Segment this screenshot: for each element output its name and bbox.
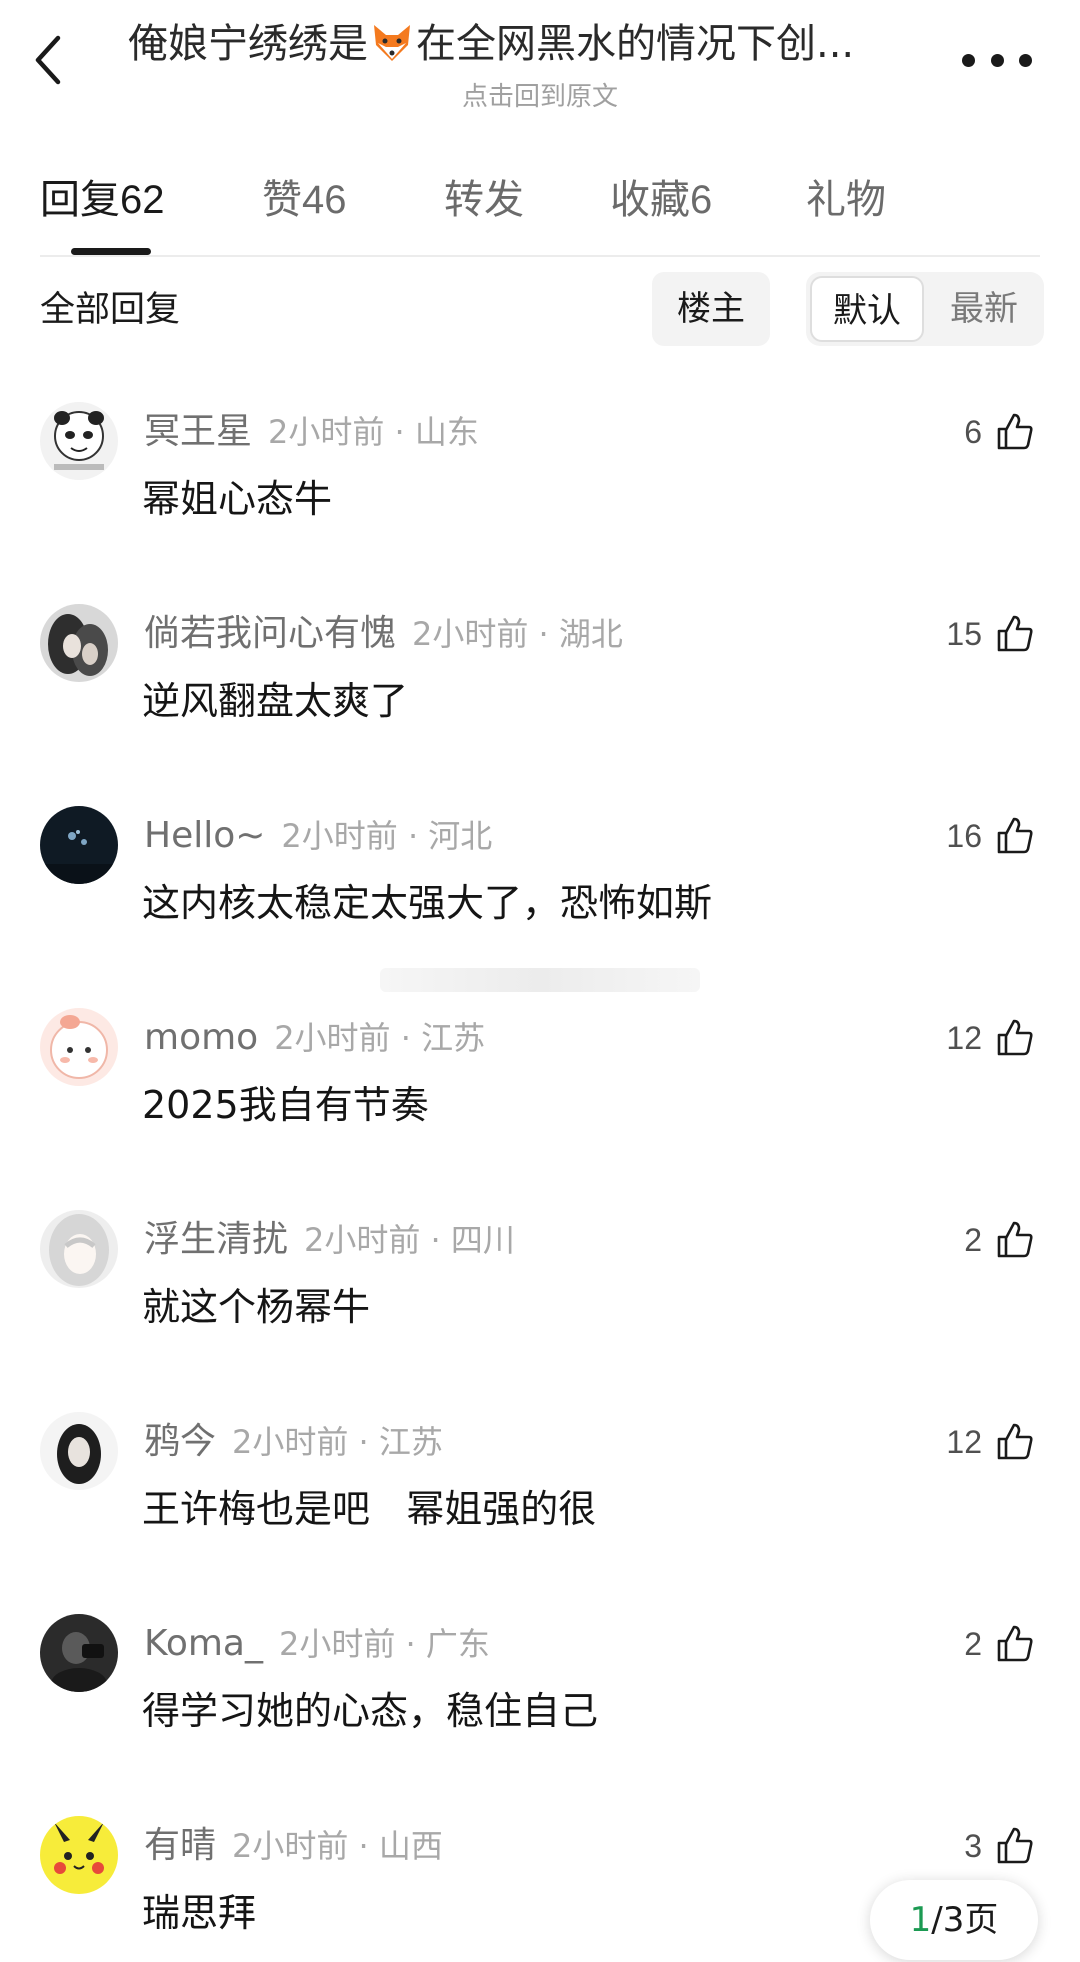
comment-item: 倘若我问心有愧 2小时前 · 湖北 逆风翻盘太爽了 15 (0, 600, 1080, 802)
comment-time-location: 2小时前 · 江苏 (232, 1423, 443, 1461)
sort-toggle: 默认 最新 (806, 272, 1044, 346)
post-title: 俺娘宁绣绣是 在全网黑水的情况下创... (128, 16, 928, 78)
comment-item: 冥王星 2小时前 · 山东 幂姐心态牛 6 (0, 398, 1080, 600)
thumbs-up-icon (997, 817, 1033, 854)
avatar[interactable] (40, 1412, 118, 1490)
like-button[interactable]: 15 (946, 608, 1036, 660)
username[interactable]: 浮生清扰 (144, 1219, 288, 1260)
post-title-text-start: 俺娘宁绣绣是 (128, 21, 368, 67)
avatar[interactable] (40, 1614, 118, 1692)
comment-time-location: 2小时前 · 四川 (304, 1221, 515, 1259)
comment-meta: 有晴 2小时前 · 山西 (144, 1820, 443, 1872)
thumbs-up-icon (997, 1221, 1033, 1258)
like-count: 2 (964, 1221, 982, 1258)
username[interactable]: Koma_ (144, 1623, 263, 1664)
like-button[interactable]: 12 (946, 1416, 1036, 1468)
comment-text: 王许梅也是吧 幂姐强的很 (142, 1487, 597, 1531)
comment-text: 2025我自有节奏 (142, 1083, 429, 1127)
like-button[interactable]: 3 (964, 1820, 1036, 1872)
comment-time-location: 2小时前 · 湖北 (412, 615, 623, 653)
thumbs-up-icon (997, 1423, 1033, 1460)
like-count: 2 (964, 1625, 982, 1662)
tab-reposts[interactable]: 转发 (444, 168, 524, 232)
username[interactable]: 倘若我问心有愧 (144, 613, 396, 654)
avatar[interactable] (40, 604, 118, 682)
tab-likes[interactable]: 赞46 (262, 168, 347, 232)
comment-time-location: 2小时前 · 山西 (232, 1827, 443, 1865)
username[interactable]: Hello~ (144, 815, 265, 856)
tab-gifts[interactable]: 礼物 (806, 168, 886, 232)
comment-meta: Koma_ 2小时前 · 广东 (144, 1618, 490, 1670)
fox-emoji-icon (370, 22, 414, 78)
all-replies-label: 全部回复 (40, 290, 181, 330)
like-count: 6 (964, 413, 982, 450)
comment-item: Koma_ 2小时前 · 广东 得学习她的心态，稳住自己 2 (0, 1610, 1080, 1812)
username[interactable]: 冥王星 (144, 411, 252, 452)
current-page: 1 (909, 1900, 932, 1940)
like-count: 12 (946, 1423, 982, 1460)
page-indicator-button[interactable]: 1/3页 (870, 1880, 1038, 1960)
thumbs-up-icon (997, 1625, 1033, 1662)
comment-time-location: 2小时前 · 山东 (268, 413, 479, 451)
active-tab-indicator (71, 248, 151, 255)
comment-meta: 浮生清扰 2小时前 · 四川 (144, 1214, 515, 1266)
like-count: 3 (964, 1827, 982, 1864)
comment-item: momo 2小时前 · 江苏 2025我自有节奏 12 (0, 1004, 1080, 1206)
total-pages: /3页 (931, 1900, 999, 1940)
comment-text: 逆风翻盘太爽了 (142, 679, 409, 723)
faded-placeholder (380, 968, 700, 992)
comment-time-location: 2小时前 · 河北 (281, 817, 493, 855)
comment-text: 这内核太稳定太强大了，恐怖如斯 (142, 881, 713, 925)
thumbs-up-icon (997, 615, 1033, 652)
like-button[interactable]: 2 (964, 1618, 1036, 1670)
comment-meta: 鸦今 2小时前 · 江苏 (144, 1416, 443, 1468)
thumbs-up-icon (997, 1827, 1033, 1864)
host-only-button[interactable]: 楼主 (652, 272, 770, 346)
comment-meta: momo 2小时前 · 江苏 (144, 1012, 485, 1064)
like-count: 15 (946, 615, 982, 652)
avatar[interactable] (40, 806, 118, 884)
username[interactable]: 鸦今 (144, 1421, 216, 1462)
back-to-original-link[interactable]: 点击回到原文 (0, 76, 1080, 113)
comment-text: 得学习她的心态，稳住自己 (142, 1689, 599, 1733)
tab-replies[interactable]: 回复62 (40, 168, 165, 232)
like-button[interactable]: 12 (946, 1012, 1036, 1064)
username[interactable]: momo (144, 1017, 258, 1058)
comment-text: 就这个杨幂牛 (142, 1285, 371, 1329)
like-count: 12 (946, 1019, 982, 1056)
avatar[interactable] (40, 1816, 118, 1894)
sort-default-option[interactable]: 默认 (810, 276, 924, 342)
tab-bar: 回复62 赞46 转发 收藏6 礼物 (40, 168, 1040, 258)
like-button[interactable]: 2 (964, 1214, 1036, 1266)
sort-latest-option[interactable]: 最新 (930, 272, 1038, 346)
comment-time-location: 2小时前 · 广东 (278, 1625, 490, 1663)
avatar[interactable] (40, 402, 118, 480)
thumbs-up-icon (997, 1019, 1033, 1056)
like-button[interactable]: 6 (964, 406, 1036, 458)
post-title-text-end: 在全网黑水的情况下创... (416, 21, 855, 67)
top-bar: 俺娘宁绣绣是 在全网黑水的情况下创... 点击回到原文 (0, 0, 1080, 140)
comment-list: 冥王星 2小时前 · 山东 幂姐心态牛 6 倘若我问心有愧 2小时前 · 湖北 逆风… (0, 398, 1080, 1962)
tabs-divider (40, 255, 1040, 257)
comment-meta: Hello~ 2小时前 · 河北 (144, 810, 492, 862)
thumbs-up-icon (997, 413, 1033, 450)
comment-meta: 冥王星 2小时前 · 山东 (144, 406, 479, 458)
tab-favorites[interactable]: 收藏6 (610, 168, 712, 232)
comment-text: 幂姐心态牛 (142, 477, 333, 521)
comment-time-location: 2小时前 · 江苏 (274, 1019, 486, 1057)
avatar[interactable] (40, 1210, 118, 1288)
more-options-icon[interactable] (962, 40, 1032, 80)
avatar[interactable] (40, 1008, 118, 1086)
username[interactable]: 有晴 (144, 1825, 216, 1866)
comment-text: 瑞思拜 (142, 1891, 257, 1935)
comment-meta: 倘若我问心有愧 2小时前 · 湖北 (144, 608, 623, 660)
comment-item: 浮生清扰 2小时前 · 四川 就这个杨幂牛 2 (0, 1206, 1080, 1408)
comment-item: 鸦今 2小时前 · 江苏 王许梅也是吧 幂姐强的很 12 (0, 1408, 1080, 1610)
like-button[interactable]: 16 (946, 810, 1036, 862)
like-count: 16 (946, 817, 982, 854)
